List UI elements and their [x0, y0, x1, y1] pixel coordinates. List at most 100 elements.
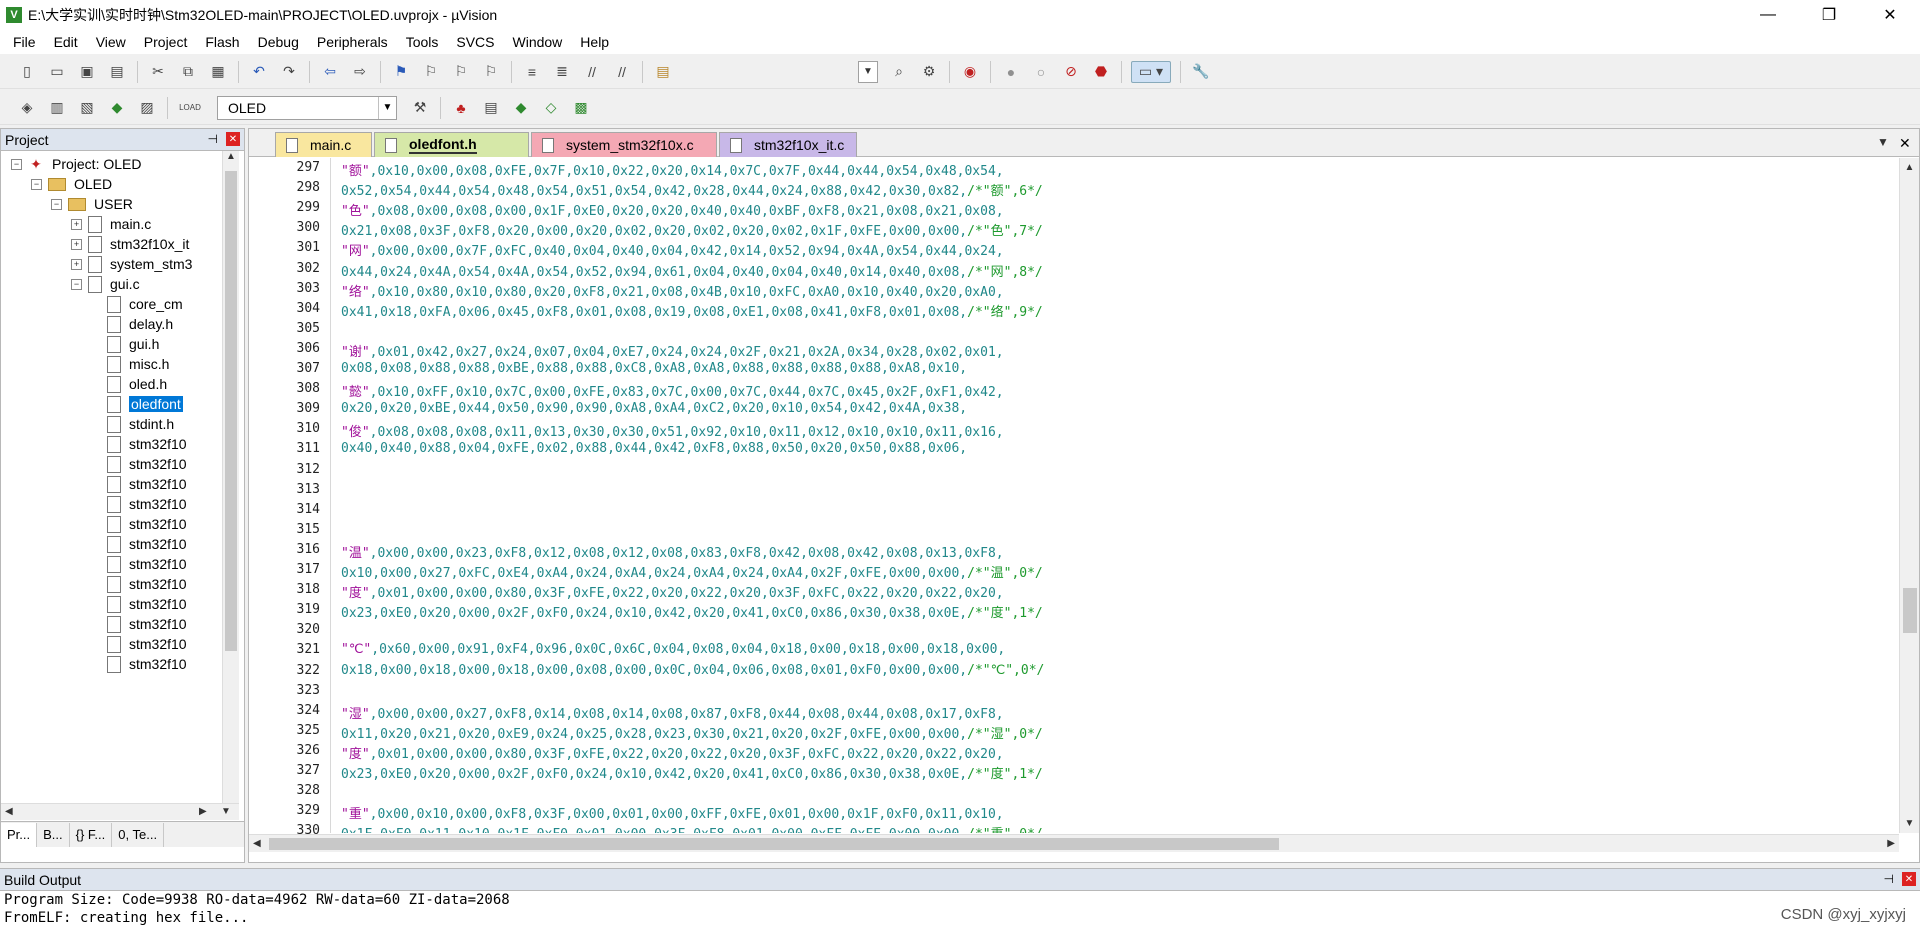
- tree-item-file[interactable]: + stm32f10x_it: [71, 233, 189, 255]
- file-extensions-icon[interactable]: ▤: [480, 97, 502, 119]
- undo-icon[interactable]: ↶: [248, 61, 270, 83]
- tree-item-file[interactable]: − gui.c: [71, 273, 140, 295]
- code-line[interactable]: 0x40,0x40,0x88,0x04,0xFE,0x02,0x88,0x44,…: [341, 441, 967, 456]
- code-line[interactable]: "谢",0x01,0x42,0x27,0x24,0x07,0x04,0xE7,0…: [341, 341, 1004, 360]
- code-line[interactable]: "懿",0x10,0xFF,0x10,0x7C,0x00,0xFE,0x83,0…: [341, 381, 1004, 400]
- tree-item-header[interactable]: stm32f10: [107, 653, 187, 675]
- code-line[interactable]: 0x10,0x00,0x27,0xFC,0xE4,0xA4,0x24,0xA4,…: [341, 562, 1043, 581]
- code-line[interactable]: 0x44,0x24,0x4A,0x54,0x4A,0x54,0x52,0x94,…: [341, 261, 1043, 280]
- pin-icon[interactable]: ⊣: [208, 132, 218, 146]
- tree-item-header-selected[interactable]: oledfont: [107, 393, 183, 415]
- tree-item-header[interactable]: stm32f10: [107, 433, 187, 455]
- tab-project[interactable]: Pr...: [1, 822, 38, 847]
- code-area[interactable]: "额",0x10,0x00,0x08,0xFE,0x7F,0x10,0x22,0…: [331, 158, 1891, 833]
- tab-functions[interactable]: {} F...: [70, 822, 113, 847]
- pack-installer-icon[interactable]: ◆: [510, 97, 532, 119]
- scrollbar-thumb[interactable]: [1903, 588, 1917, 633]
- tree-item-project[interactable]: − ✦ Project: OLED: [11, 153, 141, 175]
- code-line[interactable]: 0x08,0x08,0x88,0x88,0xBE,0x88,0x88,0xC8,…: [341, 361, 967, 376]
- code-line[interactable]: "络",0x10,0x80,0x10,0x80,0x20,0xF8,0x21,0…: [341, 281, 1004, 300]
- tree-item-file[interactable]: + system_stm3: [71, 253, 192, 275]
- tree-item-header[interactable]: stm32f10: [107, 453, 187, 475]
- code-line[interactable]: "温",0x00,0x00,0x23,0xF8,0x12,0x08,0x12,0…: [341, 542, 1004, 561]
- menu-peripherals[interactable]: Peripherals: [308, 30, 397, 54]
- scroll-down-icon[interactable]: ▼: [1900, 818, 1919, 829]
- breakpoint-icon[interactable]: ●: [1000, 61, 1022, 83]
- disable-all-breakpoints-icon[interactable]: ⊘: [1060, 61, 1082, 83]
- code-line[interactable]: 0x11,0x20,0x21,0x20,0xE9,0x24,0x25,0x28,…: [341, 723, 1043, 742]
- open-file-icon[interactable]: ▭: [46, 61, 68, 83]
- tree-item-header[interactable]: stdint.h: [107, 413, 174, 435]
- tree-item-header[interactable]: stm32f10: [107, 573, 187, 595]
- scrollbar-thumb[interactable]: [269, 838, 1279, 850]
- tree-item-header[interactable]: core_cm: [107, 293, 183, 315]
- tree-item-header[interactable]: misc.h: [107, 353, 169, 375]
- code-line[interactable]: 0x52,0x54,0x44,0x54,0x48,0x54,0x51,0x54,…: [341, 180, 1043, 199]
- tab-main-c[interactable]: main.c: [275, 132, 372, 157]
- tab-system-stm32f10x-c[interactable]: system_stm32f10x.c: [531, 132, 717, 157]
- code-line[interactable]: "度",0x01,0x00,0x00,0x80,0x3F,0xFE,0x22,0…: [341, 582, 1004, 601]
- expand-icon[interactable]: +: [71, 218, 82, 230]
- code-line[interactable]: 0x21,0x08,0x3F,0xF8,0x20,0x00,0x20,0x02,…: [341, 220, 1043, 239]
- menu-debug[interactable]: Debug: [249, 30, 308, 54]
- prev-bookmark-icon[interactable]: ⚐: [420, 61, 442, 83]
- window-layout-icon[interactable]: ▭ ▾: [1131, 60, 1171, 83]
- batch-build-icon[interactable]: ◆: [106, 97, 128, 119]
- code-line[interactable]: 0x23,0xE0,0x20,0x00,0x2F,0xF0,0x24,0x10,…: [341, 763, 1043, 782]
- copy-icon[interactable]: ⧉: [177, 61, 199, 83]
- scroll-left-icon[interactable]: ◀: [5, 806, 13, 817]
- project-vertical-scrollbar[interactable]: ▲: [222, 151, 239, 803]
- tree-item-header[interactable]: stm32f10: [107, 633, 187, 655]
- pin-icon[interactable]: ⊣: [1884, 872, 1894, 886]
- code-line[interactable]: 0x23,0xE0,0x20,0x00,0x2F,0xF0,0x24,0x10,…: [341, 602, 1043, 621]
- tree-item-header[interactable]: stm32f10: [107, 513, 187, 535]
- menu-flash[interactable]: Flash: [196, 30, 248, 54]
- editor-vertical-scrollbar[interactable]: ▲ ▼: [1899, 158, 1919, 833]
- rebuild-icon[interactable]: ▧: [76, 97, 98, 119]
- clear-bookmarks-icon[interactable]: ⚐: [480, 61, 502, 83]
- bookmark-icon[interactable]: ⚑: [390, 61, 412, 83]
- target-options-icon[interactable]: ⚒: [409, 97, 431, 119]
- save-icon[interactable]: ▣: [76, 61, 98, 83]
- close-icon[interactable]: ✕: [226, 132, 240, 146]
- menu-project[interactable]: Project: [135, 30, 197, 54]
- code-line[interactable]: 0x18,0x00,0x18,0x00,0x18,0x00,0x08,0x00,…: [341, 663, 1044, 678]
- debug-session-icon[interactable]: ◉: [959, 61, 981, 83]
- download-load-icon[interactable]: LOAD: [177, 97, 203, 119]
- collapse-icon[interactable]: −: [51, 198, 62, 210]
- tab-templates[interactable]: 0, Te...: [112, 822, 165, 847]
- project-horizontal-scrollbar[interactable]: ◀ ▶ ▼: [1, 803, 239, 820]
- code-line[interactable]: 0x20,0x20,0xBE,0x44,0x50,0x90,0x90,0xA8,…: [341, 401, 967, 416]
- menu-view[interactable]: View: [87, 30, 135, 54]
- code-line[interactable]: 0x1F,0xF0,0x11,0x10,0x1F,0xF0,0x01,0x00,…: [341, 823, 1043, 833]
- maximize-button[interactable]: ❐: [1806, 0, 1852, 30]
- configure-icon[interactable]: 🔧: [1190, 61, 1212, 83]
- tab-oledfont-h[interactable]: oledfont.h: [374, 132, 529, 157]
- code-line[interactable]: 0x41,0x18,0xFA,0x06,0x45,0xF8,0x01,0x08,…: [341, 301, 1043, 320]
- menu-svcs[interactable]: SVCS: [447, 30, 503, 54]
- code-line[interactable]: "度",0x01,0x00,0x00,0x80,0x3F,0xFE,0x22,0…: [341, 743, 1004, 762]
- nav-forward-icon[interactable]: ⇨: [349, 61, 371, 83]
- code-line[interactable]: "重",0x00,0x10,0x00,0xF8,0x3F,0x00,0x01,0…: [341, 803, 1004, 822]
- nav-back-icon[interactable]: ⇦: [319, 61, 341, 83]
- scrollbar-thumb[interactable]: [225, 171, 237, 651]
- build-icon[interactable]: ▥: [46, 97, 68, 119]
- tab-stm32f10x-it-c[interactable]: stm32f10x_it.c: [719, 132, 857, 157]
- kill-all-breakpoints-icon[interactable]: ⬣: [1090, 61, 1112, 83]
- expand-icon[interactable]: +: [71, 258, 82, 270]
- new-file-icon[interactable]: ▯: [16, 61, 38, 83]
- tree-item-header[interactable]: gui.h: [107, 333, 159, 355]
- menu-window[interactable]: Window: [504, 30, 572, 54]
- select-software-packs-icon[interactable]: ◇: [540, 97, 562, 119]
- tree-item-target[interactable]: − OLED: [31, 173, 112, 195]
- close-tab-icon[interactable]: ✕: [1899, 135, 1911, 152]
- menu-edit[interactable]: Edit: [45, 30, 87, 54]
- comment-icon[interactable]: //: [581, 61, 603, 83]
- collapse-icon[interactable]: −: [11, 158, 22, 170]
- next-bookmark-icon[interactable]: ⚐: [450, 61, 472, 83]
- tree-item-header[interactable]: stm32f10: [107, 593, 187, 615]
- close-window-button[interactable]: ✕: [1867, 0, 1913, 30]
- code-line[interactable]: "湿",0x00,0x00,0x27,0xF8,0x14,0x08,0x14,0…: [341, 703, 1004, 722]
- collapse-icon[interactable]: −: [71, 278, 82, 290]
- indent-icon[interactable]: ≡: [521, 61, 543, 83]
